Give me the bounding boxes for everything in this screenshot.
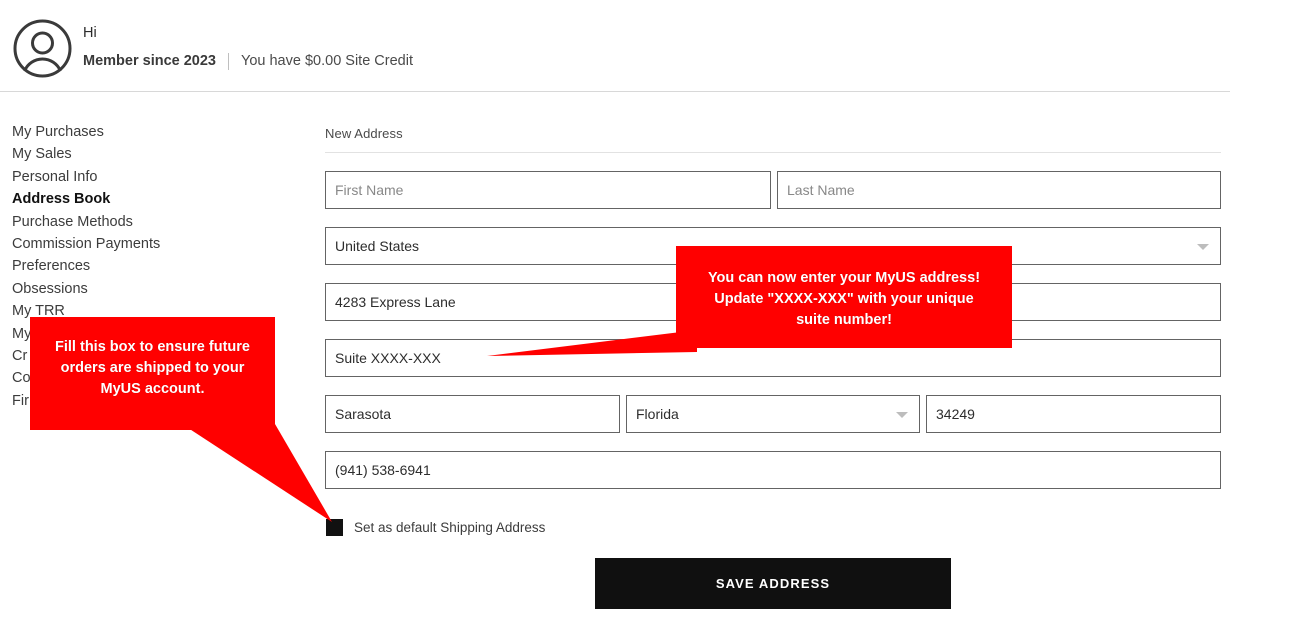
callout-left-tail (182, 424, 332, 522)
save-address-button[interactable]: SAVE ADDRESS (595, 558, 951, 609)
sidebar-item-obscured-3[interactable]: Co (12, 367, 302, 389)
chevron-down-icon (896, 412, 908, 418)
chevron-down-icon (1197, 244, 1209, 250)
street-row: 4283 Express Lane (325, 283, 1221, 321)
sidebar-item-address-book[interactable]: Address Book (12, 188, 302, 210)
sidebar-item-commission-payments[interactable]: Commission Payments (12, 233, 302, 255)
sidebar-item-personal-info[interactable]: Personal Info (12, 166, 302, 188)
member-status-line: Member since 2023 You have $0.00 Site Cr… (83, 53, 413, 70)
user-avatar-icon (13, 19, 72, 78)
member-since-text: Member since 2023 (83, 53, 216, 70)
suite-row: Suite XXXX-XXX (325, 339, 1221, 377)
last-name-input[interactable]: Last Name (777, 171, 1221, 209)
zip-input[interactable]: 34249 (926, 395, 1221, 433)
city-state-zip-row: Sarasota Florida 34249 (325, 395, 1221, 433)
sidebar-item-preferences[interactable]: Preferences (12, 255, 302, 277)
city-input[interactable]: Sarasota (325, 395, 620, 433)
new-address-form: New Address First Name Last Name United … (325, 126, 1221, 489)
name-row: First Name Last Name (325, 171, 1221, 209)
account-sidebar: My Purchases My Sales Personal Info Addr… (12, 121, 302, 412)
sidebar-item-my-purchases[interactable]: My Purchases (12, 121, 302, 143)
sidebar-item-my-sales[interactable]: My Sales (12, 143, 302, 165)
suite-address-input[interactable]: Suite XXXX-XXX (325, 339, 1221, 377)
site-credit-text: You have $0.00 Site Credit (241, 53, 413, 70)
phone-row: (941) 538-6941 (325, 451, 1221, 489)
state-select-value: Florida (636, 406, 679, 422)
sidebar-item-obscured-4[interactable]: Fir (12, 390, 302, 412)
vertical-divider (228, 53, 229, 70)
sidebar-item-purchase-methods[interactable]: Purchase Methods (12, 211, 302, 233)
sidebar-item-obscured-2[interactable]: Cr (12, 345, 302, 367)
sidebar-item-obsessions[interactable]: Obsessions (12, 278, 302, 300)
greeting-text: Hi (83, 25, 97, 41)
form-title: New Address (325, 126, 1221, 153)
street-address-input[interactable]: 4283 Express Lane (325, 283, 1221, 321)
default-shipping-checkbox-row[interactable]: Set as default Shipping Address (326, 519, 545, 536)
country-select[interactable]: United States (325, 227, 1221, 265)
sidebar-item-obscured-1[interactable]: My (12, 323, 302, 345)
state-select[interactable]: Florida (626, 395, 920, 433)
first-name-input[interactable]: First Name (325, 171, 771, 209)
default-shipping-checkbox[interactable] (326, 519, 343, 536)
sidebar-item-my-trr[interactable]: My TRR (12, 300, 302, 322)
phone-input[interactable]: (941) 538-6941 (325, 451, 1221, 489)
default-shipping-label: Set as default Shipping Address (354, 520, 546, 535)
country-select-value: United States (335, 238, 420, 254)
account-header: Hi Member since 2023 You have $0.00 Site… (0, 0, 1230, 92)
country-row: United States (325, 227, 1221, 265)
